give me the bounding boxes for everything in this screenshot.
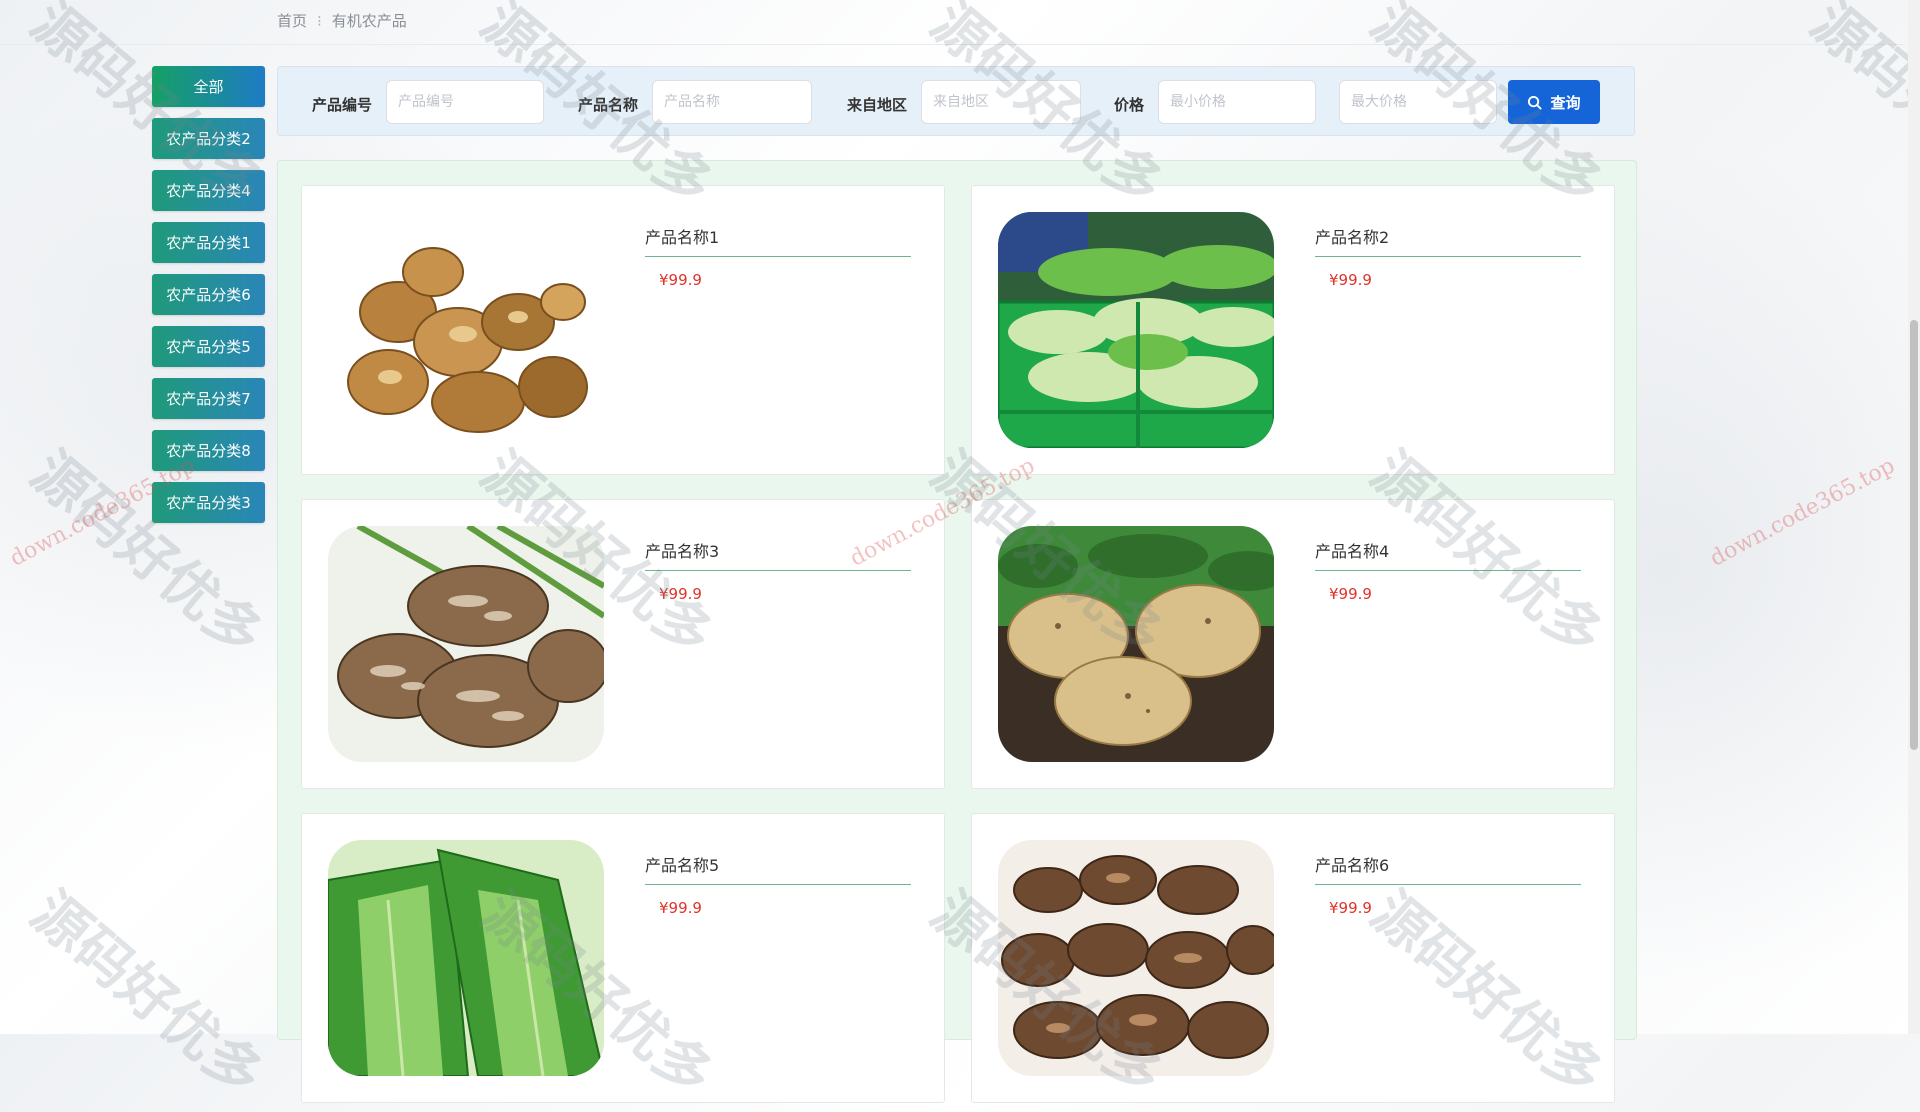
product-name[interactable]: 产品名称6 bbox=[1315, 852, 1581, 885]
dried-mushroom-image bbox=[328, 212, 604, 448]
cabbage-crate-image bbox=[998, 212, 1274, 448]
page-scrollbar[interactable] bbox=[1908, 0, 1920, 1034]
breadcrumb: 首页 ⁝ 有机农产品 bbox=[277, 10, 407, 31]
product-card[interactable]: 产品名称6 ¥99.9 bbox=[971, 813, 1615, 1103]
product-price: ¥99.9 bbox=[659, 585, 702, 603]
product-name[interactable]: 产品名称5 bbox=[645, 852, 911, 885]
region-input[interactable] bbox=[921, 80, 1081, 124]
product-name[interactable]: 产品名称3 bbox=[645, 538, 911, 571]
product-card[interactable]: 产品名称5 ¥99.9 bbox=[301, 813, 945, 1103]
breadcrumb-current: 有机农产品 bbox=[331, 12, 407, 30]
category-button[interactable]: 农产品分类7 bbox=[152, 378, 265, 419]
category-button[interactable]: 农产品分类6 bbox=[152, 274, 265, 315]
category-button[interactable]: 农产品分类1 bbox=[152, 222, 265, 263]
product-code-input[interactable] bbox=[386, 80, 544, 124]
product-card[interactable]: 产品名称1 ¥99.9 bbox=[301, 185, 945, 475]
product-name-label: 产品名称 bbox=[578, 96, 639, 114]
category-button[interactable]: 农产品分类2 bbox=[152, 118, 265, 159]
product-name[interactable]: 产品名称4 bbox=[1315, 538, 1581, 571]
product-price: ¥99.9 bbox=[659, 271, 702, 289]
max-price-input[interactable] bbox=[1339, 80, 1497, 124]
product-image[interactable] bbox=[328, 840, 604, 1076]
shiitake-image bbox=[328, 526, 604, 762]
category-all-button[interactable]: 全部 bbox=[152, 66, 265, 107]
search-icon bbox=[1528, 95, 1543, 110]
dried-mushroom-slices-image bbox=[998, 840, 1274, 1076]
product-card[interactable]: 产品名称2 ¥99.9 bbox=[971, 185, 1615, 475]
min-price-input[interactable] bbox=[1158, 80, 1316, 124]
breadcrumb-home[interactable]: 首页 bbox=[277, 10, 307, 31]
category-button[interactable]: 农产品分类5 bbox=[152, 326, 265, 367]
product-price: ¥99.9 bbox=[1329, 271, 1372, 289]
product-price: ¥99.9 bbox=[659, 899, 702, 917]
product-name-input[interactable] bbox=[652, 80, 812, 124]
category-button[interactable]: 农产品分类4 bbox=[152, 170, 265, 211]
search-button-label: 查询 bbox=[1550, 93, 1581, 112]
watermark-url: down.code365.top bbox=[1706, 453, 1900, 572]
product-price: ¥99.9 bbox=[1329, 585, 1372, 603]
region-label: 来自地区 bbox=[847, 96, 908, 114]
search-button[interactable]: 查询 bbox=[1508, 80, 1600, 124]
product-name[interactable]: 产品名称1 bbox=[645, 224, 911, 257]
category-sidebar: 全部 农产品分类2 农产品分类4 农产品分类1 农产品分类6 农产品分类5 农产… bbox=[152, 66, 265, 534]
search-bar: 产品编号 产品名称 来自地区 价格 查询 bbox=[277, 66, 1635, 136]
potato-image bbox=[998, 526, 1274, 762]
breadcrumb-separator: ⁝ bbox=[317, 11, 322, 30]
product-card[interactable]: 产品名称4 ¥99.9 bbox=[971, 499, 1615, 789]
watermark: 源码好优多 bbox=[18, 879, 275, 1110]
product-name[interactable]: 产品名称2 bbox=[1315, 224, 1581, 257]
product-image[interactable] bbox=[328, 526, 604, 762]
scrollbar-thumb[interactable] bbox=[1910, 320, 1918, 750]
watermark: 源码好优多 bbox=[1798, 0, 1920, 220]
product-image[interactable] bbox=[998, 212, 1274, 448]
price-label: 价格 bbox=[1114, 96, 1145, 114]
product-card[interactable]: 产品名称3 ¥99.9 bbox=[301, 499, 945, 789]
category-button[interactable]: 农产品分类8 bbox=[152, 430, 265, 471]
product-image[interactable] bbox=[328, 212, 604, 448]
header-divider bbox=[0, 44, 1905, 45]
leek-image bbox=[328, 840, 604, 1076]
product-list-panel: 产品名称1 ¥99.9 产品名称2 ¥99.9 产品名称3 ¥99.9 产品名称… bbox=[277, 160, 1637, 1103]
product-code-label: 产品编号 bbox=[312, 96, 373, 114]
product-image[interactable] bbox=[998, 526, 1274, 762]
category-button[interactable]: 农产品分类3 bbox=[152, 482, 265, 523]
product-price: ¥99.9 bbox=[1329, 899, 1372, 917]
product-image[interactable] bbox=[998, 840, 1274, 1076]
